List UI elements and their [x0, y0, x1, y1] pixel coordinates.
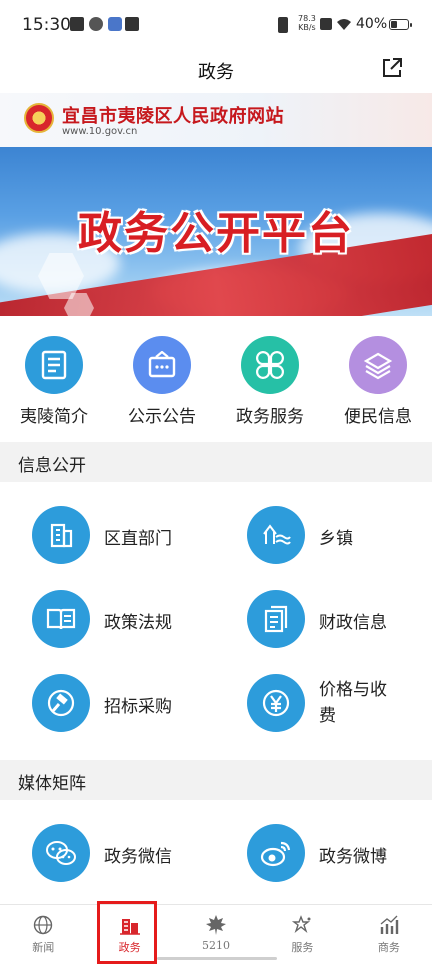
sim-icon	[320, 18, 332, 30]
quick-item-label: 政务服务	[236, 407, 304, 427]
nav-item-news[interactable]: 新闻	[0, 905, 86, 965]
open-book-icon	[32, 590, 90, 648]
info-item-label: 招标采购	[104, 697, 172, 717]
info-item-procurement[interactable]: 招标采购	[32, 674, 212, 734]
quick-item-public-info[interactable]: 便民信息	[324, 330, 432, 440]
site-url: www.10.gov.cn	[62, 126, 138, 137]
site-name: 宜昌市夷陵区人民政府网站	[62, 106, 284, 127]
media-item-label: 政务微博	[319, 847, 387, 867]
info-item-district-departments[interactable]: 区直部门	[32, 506, 212, 566]
app-badge-icon	[108, 17, 122, 31]
section-title: 媒体矩阵	[18, 774, 86, 794]
media-item-label: 政务微信	[104, 847, 172, 867]
quick-item-announcements[interactable]: 公示公告	[108, 330, 216, 440]
battery-percent: 40%	[356, 16, 388, 32]
share-icon[interactable]	[380, 56, 404, 80]
wifi-icon	[337, 19, 351, 30]
info-item-label: 财政信息	[319, 613, 387, 633]
star-icon	[291, 914, 313, 936]
files-icon	[247, 590, 305, 648]
nav-item-5210[interactable]: 5210	[173, 905, 259, 965]
status-time: 15:30	[22, 15, 71, 35]
bottom-navigation: 新闻 政务 5210 服务 商务	[0, 904, 432, 965]
maple-leaf-icon	[205, 914, 227, 936]
app-notification-icon	[89, 17, 103, 31]
clover-grid-icon	[241, 336, 299, 394]
quick-item-label: 公示公告	[128, 407, 196, 427]
network-speed: 78.3 KB/s	[298, 14, 316, 32]
info-item-towns[interactable]: 乡镇	[247, 506, 427, 566]
network-speed-unit: KB/s	[298, 23, 316, 32]
home-indicator	[157, 957, 277, 960]
quick-item-yiling-intro[interactable]: 夷陵简介	[0, 330, 108, 440]
banner-headline: 政务公开平台	[78, 208, 354, 259]
bar-chart-icon	[378, 914, 400, 936]
gavel-icon	[32, 674, 90, 732]
info-item-policies[interactable]: 政策法规	[32, 590, 212, 650]
info-item-finance[interactable]: 财政信息	[247, 590, 427, 650]
national-emblem-icon	[24, 103, 54, 133]
status-bar: 15:30 78.3 KB/s 40%	[0, 0, 432, 48]
nav-label: 服务	[291, 941, 314, 954]
quick-menu: 夷陵简介 公示公告 政务服务 便民信息	[0, 330, 432, 440]
title-bar: 政务	[0, 48, 432, 92]
town-icon	[247, 506, 305, 564]
info-item-prices-fees[interactable]: 价格与收费	[247, 674, 427, 734]
active-tab-highlight	[97, 901, 157, 964]
message-icon	[125, 17, 139, 31]
notification-icon	[70, 17, 84, 31]
info-item-label: 政策法规	[104, 613, 172, 633]
battery-icon	[389, 19, 412, 30]
nav-item-business[interactable]: 商务	[346, 905, 432, 965]
quick-item-label: 夷陵简介	[20, 407, 88, 427]
nav-label: 商务	[377, 941, 400, 954]
quick-item-gov-services[interactable]: 政务服务	[216, 330, 324, 440]
section-header-info-public: 信息公开	[0, 442, 432, 482]
building-icon	[32, 506, 90, 564]
nav-label: 5210	[202, 939, 231, 952]
info-item-label: 乡镇	[319, 529, 353, 549]
banner[interactable]: 宜昌市夷陵区人民政府网站 www.10.gov.cn 政务公开平台	[0, 93, 432, 316]
globe-icon	[32, 914, 54, 936]
media-item-weibo[interactable]: 政务微博	[247, 824, 427, 884]
media-item-wechat[interactable]: 政务微信	[32, 824, 212, 884]
info-item-label: 区直部门	[104, 529, 172, 549]
section-title: 信息公开	[18, 456, 86, 476]
page-title: 政务	[198, 62, 234, 83]
wechat-icon	[32, 824, 90, 882]
vibrate-icon	[278, 17, 288, 33]
notice-board-icon	[133, 336, 191, 394]
document-icon	[25, 336, 83, 394]
info-item-label: 价格与收费	[319, 680, 387, 726]
nav-label: 新闻	[32, 941, 55, 954]
section-header-media-matrix: 媒体矩阵	[0, 760, 432, 800]
weibo-icon	[247, 824, 305, 882]
quick-item-label: 便民信息	[344, 407, 412, 427]
network-speed-value: 78.3	[298, 14, 316, 23]
layers-icon	[349, 336, 407, 394]
nav-item-services[interactable]: 服务	[259, 905, 345, 965]
yuan-icon	[247, 674, 305, 732]
